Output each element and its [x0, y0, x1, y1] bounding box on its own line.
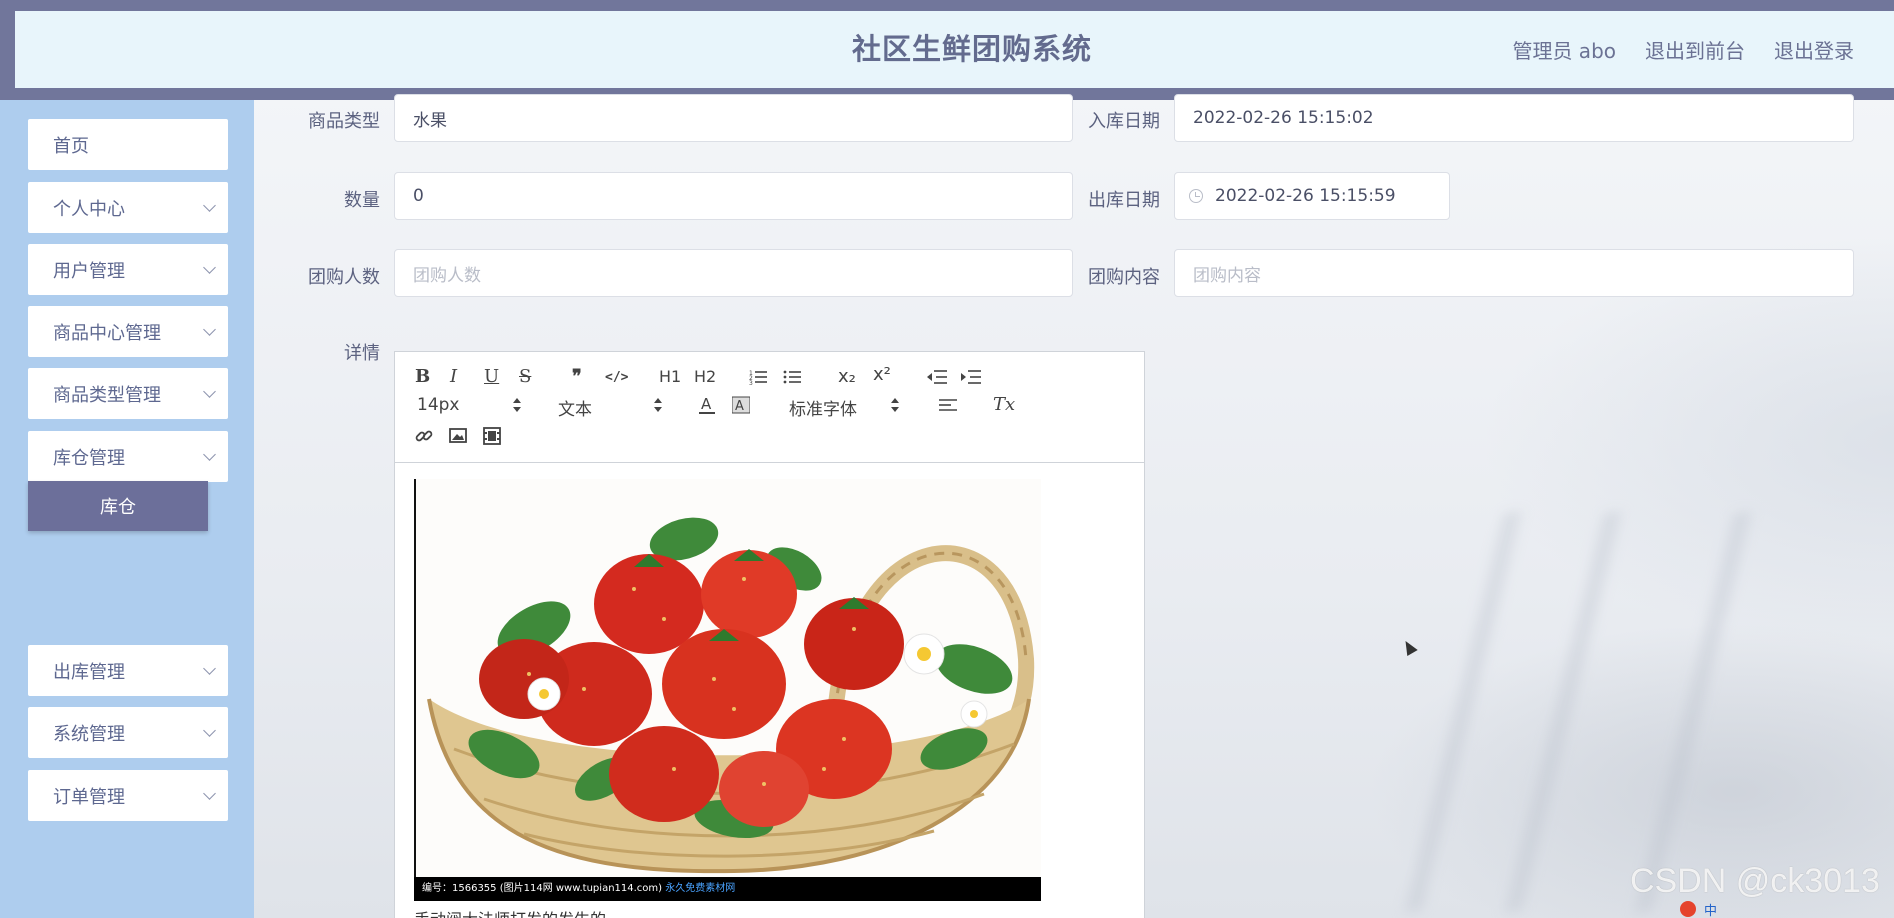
image-caption-text: 编号：1566355 (图片114网 www.tupian114.com)	[422, 883, 663, 894]
sidebar: 首页 个人中心 用户管理 商品中心管理 商品类型管理 库仓管理 库仓 出库管理 …	[0, 100, 254, 918]
editor-toolbar: B I U S ❞ </> H1 H2 1 2 3 x₂ x² 14px 文本 …	[395, 352, 1144, 463]
select-arrows-icon	[654, 398, 662, 412]
sidebar-item-label: 库仓管理	[53, 447, 125, 469]
indent-icon[interactable]	[961, 369, 981, 385]
sidebar-item-label: 个人中心	[53, 198, 125, 220]
clock-icon	[1189, 189, 1203, 203]
group-count-field[interactable]: 团购人数	[394, 249, 1073, 297]
app-header: 社区生鲜团购系统 管理员 abo 退出到前台 退出登录	[0, 0, 1894, 100]
sidebar-item-label: 商品类型管理	[53, 384, 161, 406]
svg-text:A: A	[701, 395, 712, 413]
sidebar-item-user-management[interactable]: 用户管理	[28, 244, 228, 295]
details-label: 详情	[344, 343, 380, 364]
chevron-down-icon	[203, 786, 216, 800]
chevron-down-icon	[203, 723, 216, 737]
chevron-down-icon	[203, 322, 216, 336]
block-type-select[interactable]: 文本	[558, 395, 662, 420]
bold-button[interactable]: B	[415, 367, 430, 387]
product-type-label: 商品类型	[308, 111, 380, 132]
out-date-value: 2022-02-26 15:15:59	[1215, 186, 1396, 206]
svg-text:A: A	[735, 399, 744, 414]
in-date-label: 入库日期	[1088, 111, 1160, 132]
superscript-button[interactable]: x²	[873, 365, 891, 385]
blockquote-button[interactable]: ❞	[572, 367, 582, 387]
bullet-list-icon[interactable]	[783, 369, 801, 385]
font-size-value: 14px	[417, 395, 460, 415]
select-arrows-icon	[513, 398, 521, 412]
clear-format-button[interactable]: Tx	[993, 395, 1015, 415]
select-arrows-icon	[891, 398, 899, 412]
strawberry-illustration	[414, 479, 1041, 901]
image-caption: 编号：1566355 (图片114网 www.tupian114.com) 永久…	[414, 877, 1041, 901]
out-date-field[interactable]: 2022-02-26 15:15:59	[1174, 172, 1450, 220]
font-size-select[interactable]: 14px	[417, 395, 521, 415]
sidebar-item-label: 用户管理	[53, 260, 125, 282]
heading1-button[interactable]: H1	[659, 367, 681, 387]
image-caption-link: 永久免费素材网	[665, 883, 736, 894]
group-count-label: 团购人数	[308, 267, 380, 288]
font-color-icon[interactable]: A	[698, 395, 716, 415]
out-date-label: 出库日期	[1088, 190, 1160, 211]
underline-button[interactable]: U	[484, 367, 499, 387]
background-color-icon[interactable]: A	[732, 395, 750, 415]
header-bar: 社区生鲜团购系统 管理员 abo 退出到前台 退出登录	[15, 11, 1894, 88]
sidebar-item-orders[interactable]: 订单管理	[28, 770, 228, 821]
strawberry-basket-image: 编号：1566355 (图片114网 www.tupian114.com) 永久…	[414, 479, 1041, 901]
sidebar-item-product-type[interactable]: 商品类型管理	[28, 368, 228, 419]
svg-text:3: 3	[749, 380, 753, 385]
exit-to-front-link[interactable]: 退出到前台	[1645, 35, 1745, 64]
sidebar-item-label: 系统管理	[53, 723, 125, 745]
video-icon[interactable]	[483, 427, 501, 445]
quantity-label: 数量	[344, 190, 380, 211]
code-block-button[interactable]: </>	[605, 368, 628, 388]
sidebar-item-warehouse[interactable]: 库仓管理	[28, 431, 228, 482]
align-left-icon[interactable]	[939, 397, 957, 413]
link-icon[interactable]	[415, 427, 433, 445]
ordered-list-icon[interactable]: 1 2 3	[749, 369, 767, 385]
sidebar-item-personal-center[interactable]: 个人中心	[28, 182, 228, 233]
font-family-select[interactable]: 标准字体	[789, 395, 899, 420]
strikethrough-button[interactable]: S	[519, 367, 531, 387]
in-date-field[interactable]: 2022-02-26 15:15:02	[1174, 94, 1854, 142]
quantity-field[interactable]: 0	[394, 172, 1073, 220]
font-family-value: 标准字体	[789, 400, 857, 420]
block-type-value: 文本	[558, 400, 592, 420]
chevron-down-icon	[203, 198, 216, 212]
sidebar-item-label: 出库管理	[53, 661, 125, 683]
editor-body-text[interactable]: 手动阀大法师打发的发生的	[414, 906, 606, 918]
ime-logo-icon	[1680, 901, 1696, 917]
rich-text-editor[interactable]: B I U S ❞ </> H1 H2 1 2 3 x₂ x² 14px 文本 …	[394, 351, 1145, 918]
group-content-label: 团购内容	[1088, 267, 1160, 288]
header-links: 管理员 abo 退出到前台 退出登录	[1512, 11, 1854, 88]
group-content-field[interactable]: 团购内容	[1174, 249, 1854, 297]
sidebar-item-label: 首页	[53, 135, 89, 157]
admin-user-label: 管理员 abo	[1512, 39, 1616, 63]
heading2-button[interactable]: H2	[694, 367, 716, 387]
chevron-down-icon	[203, 260, 216, 274]
sidebar-item-home[interactable]: 首页	[28, 119, 228, 170]
italic-button[interactable]: I	[450, 367, 457, 387]
sidebar-item-product-center[interactable]: 商品中心管理	[28, 306, 228, 357]
chevron-down-icon	[203, 661, 216, 675]
subscript-button[interactable]: x₂	[838, 367, 856, 387]
image-icon[interactable]	[449, 427, 467, 445]
watermark: CSDN @ck3013	[1630, 862, 1880, 900]
chevron-down-icon	[203, 447, 216, 461]
sidebar-item-system[interactable]: 系统管理	[28, 707, 228, 758]
sidebar-item-label: 商品中心管理	[53, 322, 161, 344]
outdent-icon[interactable]	[927, 369, 947, 385]
logout-link[interactable]: 退出登录	[1774, 35, 1854, 64]
ime-language-indicator: 中	[1704, 903, 1718, 918]
chevron-down-icon	[203, 384, 216, 398]
sidebar-item-label: 订单管理	[53, 786, 125, 808]
sidebar-subitem-warehouse[interactable]: 库仓	[28, 481, 208, 531]
sidebar-item-outbound[interactable]: 出库管理	[28, 645, 228, 696]
product-type-field[interactable]: 水果	[394, 94, 1073, 142]
system-tray: 中	[1680, 900, 1717, 918]
